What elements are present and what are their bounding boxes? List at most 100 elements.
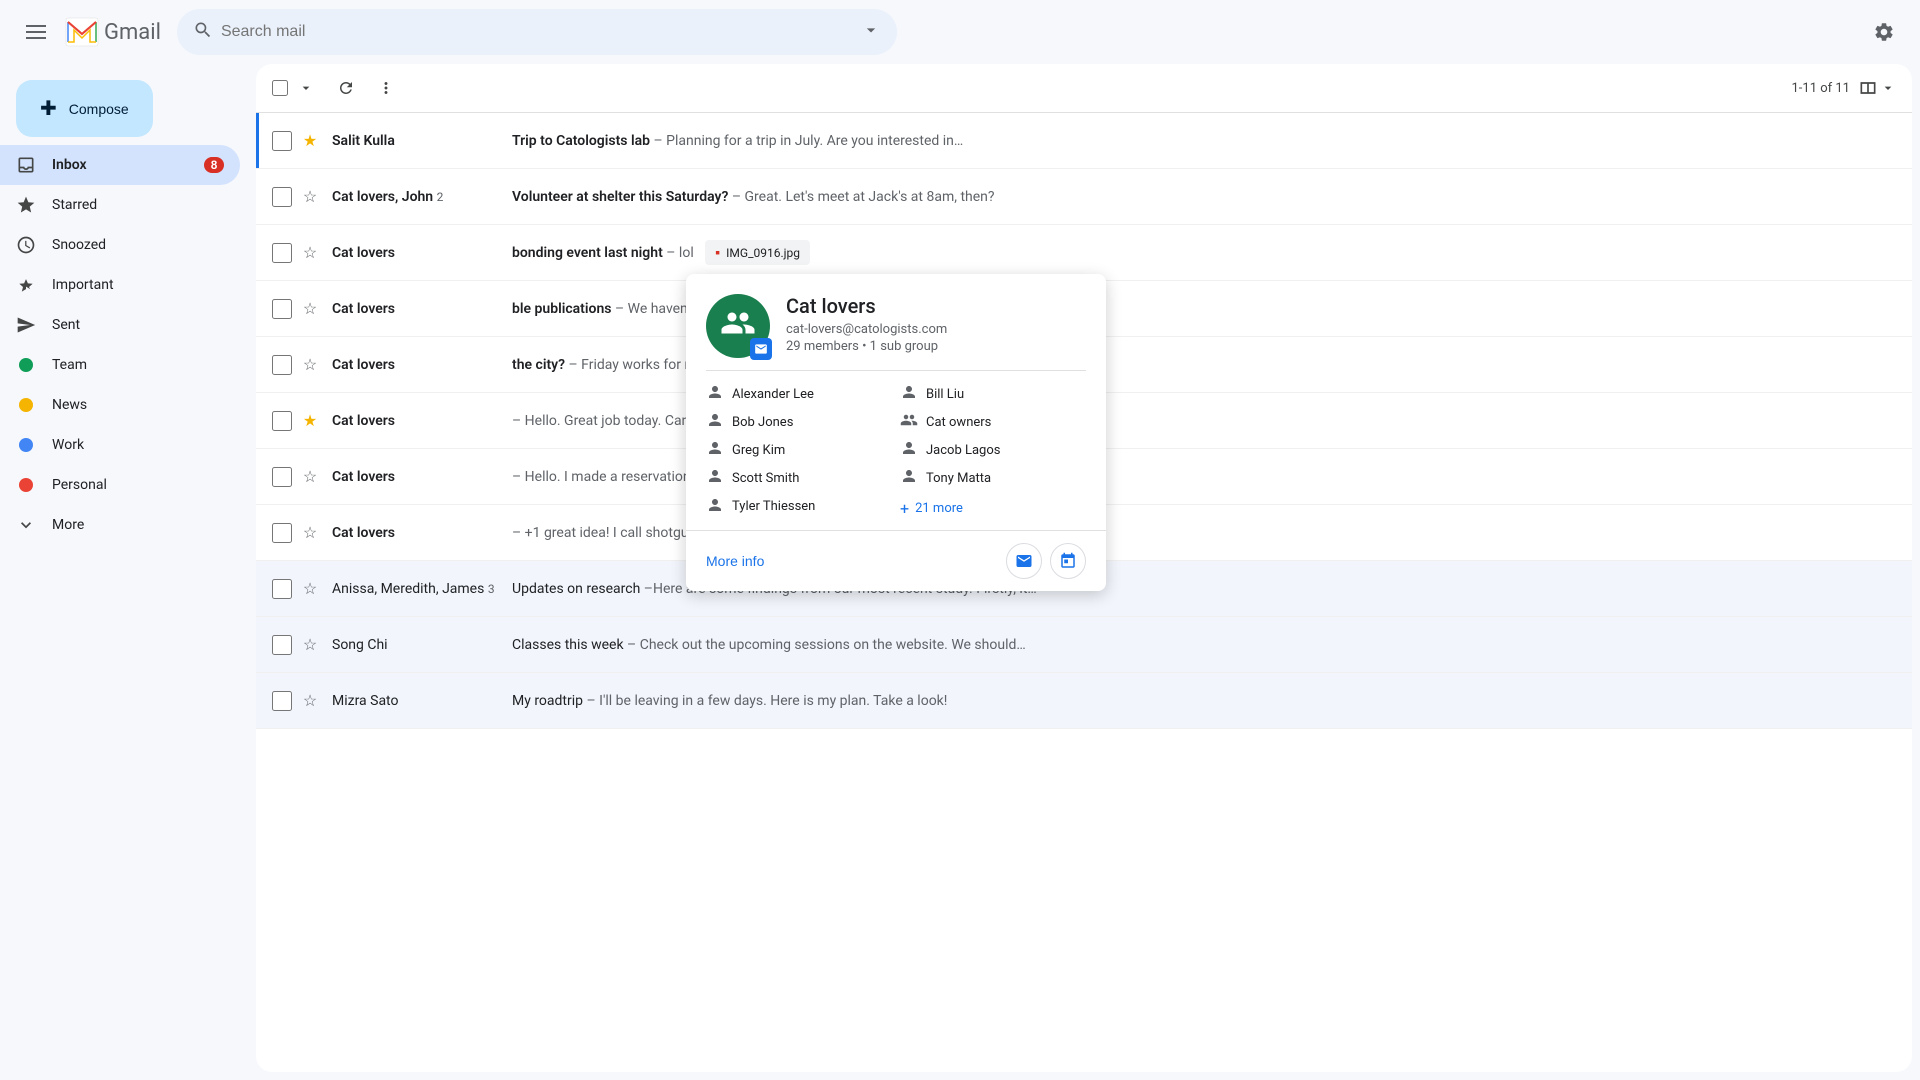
sender-name: Mizra Sato [332, 693, 512, 709]
popup-avatar [706, 294, 770, 358]
search-input[interactable] [221, 23, 853, 41]
member-name: Scott Smith [732, 471, 799, 486]
select-all-checkbox[interactable] [272, 80, 288, 96]
popup-info: Cat lovers cat-lovers@catologists.com 29… [786, 294, 1086, 354]
news-label: News [52, 397, 224, 413]
sidebar-item-news[interactable]: News [0, 385, 240, 425]
member-name: Alexander Lee [732, 387, 814, 402]
sender-name: Song Chi [332, 637, 512, 653]
person-icon [900, 467, 918, 489]
more-members-label: 21 more [915, 501, 963, 516]
compose-plus-icon: ✚ [40, 96, 57, 121]
star-icon[interactable]: ☆ [300, 691, 320, 711]
more-options-button[interactable] [370, 72, 402, 104]
sent-icon [16, 315, 36, 335]
compose-button[interactable]: ✚ Compose [16, 80, 153, 137]
star-icon[interactable]: ☆ [300, 299, 320, 319]
sidebar-item-important[interactable]: Important [0, 265, 240, 305]
sidebar-item-more[interactable]: More [0, 505, 240, 545]
table-row[interactable]: ☆ Mizra Sato My roadtrip – I'll be leavi… [256, 673, 1912, 729]
page-info: 1-11 of 11 [1791, 81, 1850, 96]
search-dropdown-icon[interactable] [861, 20, 881, 45]
email-subject: Trip to Catologists lab [512, 133, 653, 149]
table-row[interactable]: ☆ Cat lovers bonding event last night – … [256, 225, 1912, 281]
team-label-dot [16, 355, 36, 375]
star-icon[interactable]: ☆ [300, 523, 320, 543]
table-row[interactable]: ☆ Cat lovers, John 2 Volunteer at shelte… [256, 169, 1912, 225]
popup-members-count: 29 members • 1 sub group [786, 339, 1086, 354]
email-preview: – Check out the upcoming sessions on the… [627, 637, 1026, 653]
star-icon[interactable]: ☆ [300, 243, 320, 263]
contact-popup-overlay: Cat lovers cat-lovers@catologists.com 29… [686, 274, 1106, 591]
calendar-button[interactable] [1050, 543, 1086, 579]
star-icon[interactable]: ☆ [300, 467, 320, 487]
sidebar-item-work[interactable]: Work [0, 425, 240, 465]
list-item: Tony Matta [900, 467, 1086, 489]
refresh-button[interactable] [330, 72, 362, 104]
sender-name: Cat lovers, John 2 [332, 189, 512, 205]
sidebar-item-inbox[interactable]: Inbox 8 [0, 145, 240, 185]
more-chevron-icon [16, 515, 36, 535]
email-subject: Updates on research [512, 581, 644, 597]
sender-name: Anissa, Meredith, James 3 [332, 581, 512, 597]
star-icon[interactable]: ☆ [300, 635, 320, 655]
work-label: Work [52, 437, 224, 453]
star-icon[interactable]: ☆ [300, 355, 320, 375]
sidebar-item-team[interactable]: Team [0, 345, 240, 385]
sidebar-item-personal[interactable]: Personal [0, 465, 240, 505]
email-subject-area: Trip to Catologists lab – Planning for a… [512, 133, 1896, 149]
star-icon[interactable]: ☆ [300, 187, 320, 207]
sidebar-item-snoozed[interactable]: Snoozed [0, 225, 240, 265]
badge-icon [750, 338, 772, 360]
email-checkbox[interactable] [272, 691, 292, 711]
more-info-button[interactable]: More info [706, 553, 764, 569]
menu-button[interactable] [16, 12, 56, 52]
more-members-button[interactable]: + 21 more [900, 499, 1086, 518]
list-item: Bob Jones [706, 411, 892, 433]
star-icon[interactable]: ★ [300, 411, 320, 431]
email-list: ★ Salit Kulla Trip to Catologists lab – … [256, 113, 1912, 1072]
email-checkbox[interactable] [272, 355, 292, 375]
email-checkbox[interactable] [272, 411, 292, 431]
star-icon[interactable]: ☆ [300, 579, 320, 599]
sender-name: Salit Kulla [332, 133, 512, 149]
sidebar-item-sent[interactable]: Sent [0, 305, 240, 345]
gmail-logo-icon [64, 14, 100, 50]
person-icon [706, 496, 724, 518]
table-row[interactable]: ☆ Song Chi Classes this week – Check out… [256, 617, 1912, 673]
attachment-icon: ▪ [715, 244, 720, 261]
personal-label-dot [16, 475, 36, 495]
star-icon[interactable]: ★ [300, 131, 320, 151]
member-name: Bob Jones [732, 415, 793, 430]
email-checkbox[interactable] [272, 579, 292, 599]
split-view-button[interactable] [1858, 78, 1896, 98]
email-preview: – Great. Let's meet at Jack's at 8am, th… [732, 189, 995, 205]
email-checkbox[interactable] [272, 131, 292, 151]
sidebar-item-starred[interactable]: Starred [0, 185, 240, 225]
sender-name: Cat lovers [332, 357, 512, 373]
search-bar[interactable] [177, 9, 897, 55]
sender-name: Cat lovers [332, 525, 512, 541]
email-subject: Volunteer at shelter this Saturday? [512, 189, 732, 205]
inbox-icon [16, 155, 36, 175]
inbox-label: Inbox [52, 157, 188, 173]
email-checkbox[interactable] [272, 523, 292, 543]
team-label: Team [52, 357, 224, 373]
email-checkbox[interactable] [272, 187, 292, 207]
starred-label: Starred [52, 197, 224, 213]
settings-button[interactable] [1864, 12, 1904, 52]
email-checkbox[interactable] [272, 635, 292, 655]
important-label: Important [52, 277, 224, 293]
email-checkbox[interactable] [272, 299, 292, 319]
starred-icon [16, 195, 36, 215]
email-checkbox[interactable] [272, 243, 292, 263]
compose-email-button[interactable] [1006, 543, 1042, 579]
email-checkbox[interactable] [272, 467, 292, 487]
select-all-area[interactable] [272, 72, 322, 104]
popup-footer: More info [686, 530, 1106, 591]
table-row[interactable]: ★ Salit Kulla Trip to Catologists lab – … [256, 113, 1912, 169]
news-label-dot [16, 395, 36, 415]
search-icon [193, 20, 213, 45]
popup-email: cat-lovers@catologists.com [786, 322, 1086, 337]
select-dropdown-icon[interactable] [290, 72, 322, 104]
